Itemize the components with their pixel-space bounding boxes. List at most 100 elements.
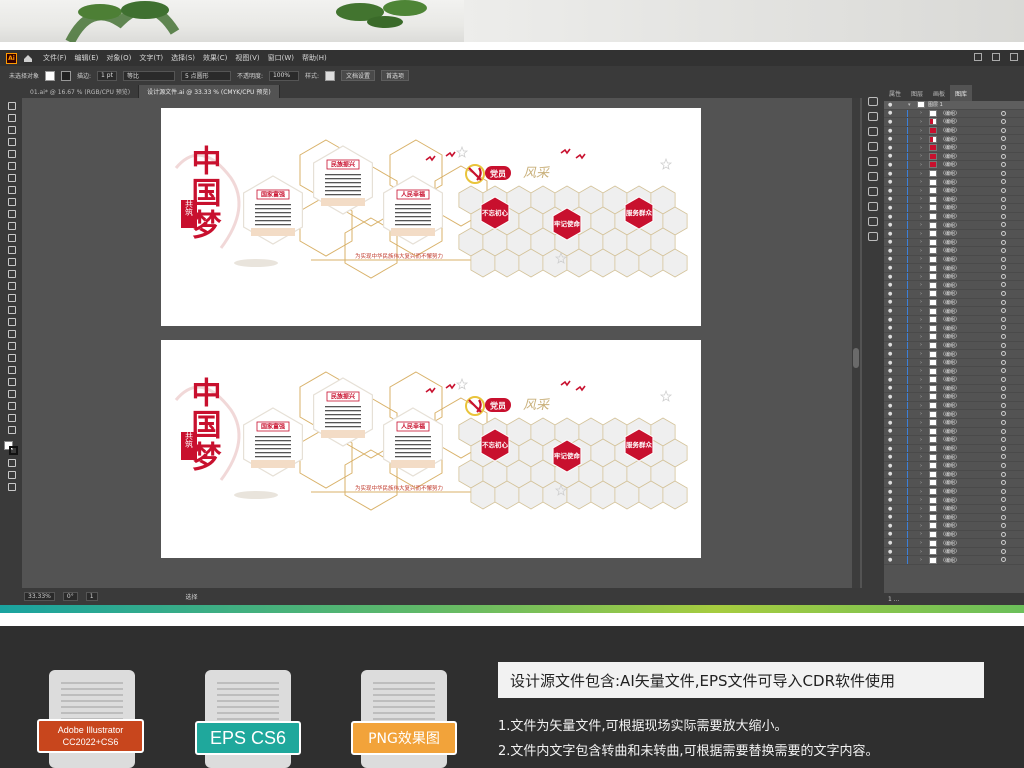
visibility-eye-icon[interactable]: ● — [888, 299, 896, 305]
layer-row[interactable]: ● › 〈编组〉 — [884, 461, 1024, 471]
expand-chevron-icon[interactable]: › — [920, 360, 926, 366]
layer-row[interactable]: ● › 〈编组〉 — [884, 255, 1024, 265]
layer-row[interactable]: ● › 〈编组〉 — [884, 195, 1024, 205]
target-circle-icon[interactable] — [1001, 488, 1006, 494]
visibility-eye-icon[interactable]: ● — [888, 454, 896, 460]
visibility-eye-icon[interactable]: ● — [888, 231, 896, 237]
layer-row[interactable]: ● › 〈编组〉 — [884, 367, 1024, 376]
expand-chevron-icon[interactable]: › — [920, 368, 926, 374]
target-circle-icon[interactable] — [1001, 523, 1006, 529]
expand-chevron-icon[interactable]: › — [920, 463, 926, 469]
zoom-level-field[interactable]: 33.33% — [24, 592, 55, 601]
expand-chevron-icon[interactable]: › — [920, 171, 926, 177]
layer-row[interactable]: ● › 〈编组〉 — [884, 513, 1024, 523]
expand-chevron-icon[interactable]: › — [920, 506, 926, 512]
expand-chevron-icon[interactable]: › — [920, 428, 926, 434]
expand-chevron-icon[interactable]: › — [920, 403, 926, 409]
target-circle-icon[interactable] — [1001, 445, 1006, 451]
visibility-eye-icon[interactable]: ● — [888, 153, 896, 159]
stroke-panel-icon[interactable] — [868, 172, 878, 181]
visibility-eye-icon[interactable]: ● — [888, 420, 896, 426]
target-circle-icon[interactable] — [1001, 325, 1006, 331]
expand-chevron-icon[interactable]: › — [920, 420, 926, 426]
artboard-1[interactable]: 中国梦 共筑 国家富强 民族振兴 人民幸福 为实现中华民族伟大复兴而不懈努力 党员 风采 不忘初… — [161, 108, 701, 326]
expand-chevron-icon[interactable]: › — [920, 265, 926, 271]
expand-chevron-icon[interactable]: › — [920, 549, 926, 555]
curvature-tool-icon[interactable] — [6, 161, 16, 170]
expand-chevron-icon[interactable]: › — [920, 446, 926, 452]
layer-row[interactable]: ● › 〈编组〉 — [884, 436, 1024, 445]
visibility-eye-icon[interactable]: ● — [888, 394, 896, 400]
visibility-eye-icon[interactable]: ● — [888, 351, 896, 357]
layer-row[interactable]: ● › 〈编组〉 — [884, 496, 1024, 505]
target-circle-icon[interactable] — [1001, 557, 1006, 563]
perspective-tool-icon[interactable] — [6, 305, 16, 314]
visibility-eye-icon[interactable]: ● — [888, 308, 896, 314]
visibility-eye-icon[interactable]: ● — [888, 196, 896, 202]
graph-tool-icon[interactable] — [6, 377, 16, 386]
layer-row[interactable]: ● › 〈编组〉 — [884, 212, 1024, 222]
target-circle-icon[interactable] — [1001, 505, 1006, 511]
expand-chevron-icon[interactable]: ▾ — [908, 102, 914, 108]
expand-chevron-icon[interactable]: › — [920, 214, 926, 220]
target-circle-icon[interactable] — [1001, 256, 1006, 262]
graphic-styles-panel-icon[interactable] — [868, 157, 878, 166]
layer-row[interactable]: ● › 〈编组〉 — [884, 522, 1024, 531]
layer-row[interactable]: ● › 〈编组〉 — [884, 315, 1024, 325]
close-icon[interactable] — [1010, 53, 1018, 61]
visibility-eye-icon[interactable]: ● — [888, 514, 896, 520]
layer-row[interactable]: ● › 〈编组〉 — [884, 307, 1024, 316]
canvas-area[interactable]: 中国梦 共筑 国家富强 民族振兴 人民幸福 为实现中华民族伟大复兴而不懈努力 党员 风采 不忘初… — [22, 98, 852, 588]
layer-row[interactable]: ● › 〈编组〉 — [884, 444, 1024, 454]
menu-file[interactable]: 文件(F) — [43, 53, 67, 63]
target-circle-icon[interactable] — [1001, 359, 1006, 365]
layer-row[interactable]: ● › 〈编组〉 — [884, 118, 1024, 127]
visibility-eye-icon[interactable]: ● — [888, 239, 896, 245]
fill-swatch[interactable] — [45, 70, 56, 81]
lasso-tool-icon[interactable] — [6, 137, 16, 146]
menu-select[interactable]: 选择(S) — [171, 53, 195, 63]
expand-chevron-icon[interactable]: › — [920, 222, 926, 228]
expand-chevron-icon[interactable]: › — [920, 248, 926, 254]
target-circle-icon[interactable] — [1001, 291, 1006, 297]
tab-properties[interactable]: 属性 — [884, 85, 906, 101]
direct-selection-tool-icon[interactable] — [6, 113, 16, 122]
visibility-eye-icon[interactable]: ● — [888, 291, 896, 297]
expand-chevron-icon[interactable]: › — [920, 299, 926, 305]
visibility-eye-icon[interactable]: ● — [888, 188, 896, 194]
visibility-eye-icon[interactable]: ● — [888, 136, 896, 142]
layer-row[interactable]: ● › 〈编组〉 — [884, 384, 1024, 394]
visibility-eye-icon[interactable]: ● — [888, 265, 896, 271]
target-circle-icon[interactable] — [1001, 480, 1006, 486]
align-panel-icon[interactable] — [868, 232, 878, 241]
visibility-eye-icon[interactable]: ● — [888, 119, 896, 125]
layer-row[interactable]: ● › 〈编组〉 — [884, 135, 1024, 144]
line-tool-icon[interactable] — [6, 185, 16, 194]
shaper-tool-icon[interactable] — [6, 221, 16, 230]
layer-row[interactable]: ● › 〈编组〉 — [884, 539, 1024, 548]
expand-chevron-icon[interactable]: › — [920, 291, 926, 297]
visibility-eye-icon[interactable]: ● — [888, 403, 896, 409]
target-circle-icon[interactable] — [1001, 428, 1006, 434]
expand-chevron-icon[interactable]: › — [920, 119, 926, 125]
target-circle-icon[interactable] — [1001, 411, 1006, 417]
target-circle-icon[interactable] — [1001, 351, 1006, 357]
screen-mode-icon[interactable] — [6, 482, 16, 491]
expand-chevron-icon[interactable]: › — [920, 557, 926, 563]
expand-chevron-icon[interactable]: › — [920, 385, 926, 391]
layer-row[interactable]: ● › 〈编组〉 — [884, 376, 1024, 385]
target-circle-icon[interactable] — [1001, 282, 1006, 288]
target-circle-icon[interactable] — [1001, 454, 1006, 460]
style-swatch[interactable] — [325, 70, 335, 81]
zoom-tool-icon[interactable] — [6, 425, 16, 434]
eyedropper-tool-icon[interactable] — [6, 341, 16, 350]
target-circle-icon[interactable] — [1001, 462, 1006, 468]
artboard-2[interactable]: 中国梦 共筑 国家富强 民族振兴 人民幸福 为实现中华民族伟大复兴而不懈努力 党员 风采 不忘初… — [161, 340, 701, 558]
expand-chevron-icon[interactable]: › — [920, 162, 926, 168]
target-circle-icon[interactable] — [1001, 368, 1006, 374]
expand-chevron-icon[interactable]: › — [920, 239, 926, 245]
minimize-icon[interactable] — [974, 53, 982, 61]
menu-edit[interactable]: 编辑(E) — [75, 53, 99, 63]
layer-row[interactable]: ● › 〈编组〉 — [884, 453, 1024, 462]
target-circle-icon[interactable] — [1001, 273, 1006, 279]
